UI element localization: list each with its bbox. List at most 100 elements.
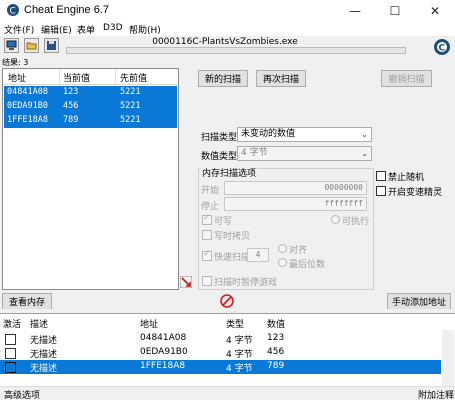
alignment-radio[interactable] xyxy=(278,244,287,253)
found-addresses-list[interactable]: 地址 当前值 先前值 04841A08 123 5221 0EDA91B0 45… xyxy=(2,68,179,290)
column-value[interactable]: 数值 xyxy=(267,317,285,330)
window-title: Cheat Engine 6.7 xyxy=(24,4,110,16)
column-previous-value[interactable]: 先前值 xyxy=(120,71,147,84)
writable-checkbox[interactable] xyxy=(202,213,212,225)
row-type: 4 字节 xyxy=(226,364,253,374)
last-digits-radio[interactable] xyxy=(278,258,287,267)
floppy-disk-icon xyxy=(47,41,56,50)
value-type-label: 数值类型 xyxy=(201,152,238,162)
address-row[interactable]: 无描述 1FFE18A8 4 字节 789 xyxy=(0,360,441,374)
fast-scan-label: 快速扫描 xyxy=(214,253,251,263)
process-title: 0000116C-PlantsVsZombies.exe xyxy=(152,37,298,47)
found-list-header: 地址 当前值 先前值 xyxy=(3,69,178,85)
status-bar: 高级选项 附加注释 xyxy=(0,386,455,400)
select-process-button[interactable] xyxy=(4,38,19,53)
computer-icon xyxy=(6,40,17,50)
found-row[interactable]: 0EDA91B0 456 5221 xyxy=(4,100,177,114)
last-digits-label: 最后位数 xyxy=(289,260,326,270)
executable-label: 可执行 xyxy=(342,217,370,227)
row-type: 4 字节 xyxy=(226,336,253,346)
cheat-engine-logo-icon: C xyxy=(7,4,19,17)
menu-edit[interactable]: 编辑(E) xyxy=(41,23,72,36)
memory-scan-options-title: 内存扫描选项 xyxy=(201,166,258,179)
splitter[interactable] xyxy=(0,309,455,312)
value-type-value: 4 字节 xyxy=(241,148,268,158)
fast-scan-input[interactable]: 4 xyxy=(247,248,269,262)
found-previous: 5221 xyxy=(120,115,141,125)
found-current: 123 xyxy=(63,87,79,97)
found-address: 1FFE18A8 xyxy=(7,115,48,125)
address-list-scrollbar[interactable] xyxy=(442,330,454,386)
chevron-down-icon: ⌄ xyxy=(361,149,368,158)
menu-file[interactable]: 文件(F) xyxy=(4,23,34,36)
copy-on-write-label: 写时拷贝 xyxy=(214,232,251,242)
pause-game-checkbox[interactable] xyxy=(202,276,212,286)
address-list[interactable]: 激活 描述 地址 类型 数值 无描述 04841A08 4 字节 123 无描述… xyxy=(0,313,455,386)
menu-d3d[interactable]: D3D xyxy=(103,23,123,33)
row-address: 04841A08 xyxy=(140,333,187,343)
menu-help[interactable]: 帮助(H) xyxy=(129,23,161,36)
column-current-value[interactable]: 当前值 xyxy=(63,71,90,84)
menu-table[interactable]: 表单 xyxy=(77,23,95,36)
scan-type-select[interactable]: 未变动的数值 ⌄ xyxy=(237,127,372,142)
scan-type-label: 扫描类型 xyxy=(201,133,238,143)
view-memory-button[interactable]: 查看内存 xyxy=(2,293,52,310)
chevron-down-icon: ⌄ xyxy=(361,130,368,139)
active-checkbox[interactable] xyxy=(5,348,16,359)
active-checkbox[interactable] xyxy=(5,362,16,373)
column-address[interactable]: 地址 xyxy=(140,317,158,330)
row-description: 无描述 xyxy=(30,336,58,346)
column-address[interactable]: 地址 xyxy=(8,71,26,84)
maximize-button[interactable]: ☐ xyxy=(375,0,415,22)
row-address: 0EDA91B0 xyxy=(140,347,188,357)
add-address-manually-button[interactable]: 手动添加地址 xyxy=(387,293,451,310)
stop-icon[interactable] xyxy=(220,294,234,308)
stop-label: 停止 xyxy=(201,202,220,212)
minimize-button[interactable]: — xyxy=(335,0,375,22)
executable-checkbox[interactable] xyxy=(331,215,340,224)
next-scan-button[interactable]: 再次扫描 xyxy=(256,70,306,87)
fast-scan-checkbox[interactable] xyxy=(202,249,212,261)
results-count: 结果: 3 xyxy=(2,58,29,67)
disable-random-checkbox[interactable] xyxy=(376,171,386,181)
scan-progress-bar xyxy=(66,47,406,54)
add-selected-to-list-icon[interactable] xyxy=(180,276,192,288)
found-current: 456 xyxy=(63,101,79,111)
cheat-engine-settings-logo-icon[interactable]: C xyxy=(432,37,452,57)
undo-scan-button[interactable]: 撤销扫描 xyxy=(381,70,432,87)
found-previous: 5221 xyxy=(120,101,141,111)
open-file-button[interactable] xyxy=(24,38,39,53)
column-type[interactable]: 类型 xyxy=(226,317,244,330)
column-divider xyxy=(115,69,116,85)
start-address-input[interactable]: 00000000 xyxy=(224,181,367,195)
save-file-button[interactable] xyxy=(44,38,59,53)
writable-label: 可写 xyxy=(214,217,233,227)
row-description: 无描述 xyxy=(30,350,58,360)
disable-random-label: 禁止随机 xyxy=(388,173,425,183)
advanced-options-link[interactable]: 高级选项 xyxy=(4,388,40,400)
enable-speedhack-label: 开启变速精灵 xyxy=(388,188,443,198)
value-type-select[interactable]: 4 字节 ⌄ xyxy=(237,146,372,161)
alignment-label: 对齐 xyxy=(289,246,308,256)
scan-type-value: 未变动的数值 xyxy=(241,129,296,139)
active-checkbox[interactable] xyxy=(5,334,16,345)
column-description[interactable]: 描述 xyxy=(30,317,48,330)
copy-on-write-checkbox[interactable] xyxy=(202,230,212,240)
pause-game-label: 扫描时暂停游戏 xyxy=(214,278,278,288)
found-current: 789 xyxy=(63,115,79,125)
stop-address-input[interactable]: ffffffff xyxy=(224,197,367,211)
address-row[interactable]: 无描述 04841A08 4 字节 123 xyxy=(0,332,441,346)
found-address: 04841A08 xyxy=(7,87,48,97)
row-address: 1FFE18A8 xyxy=(140,361,186,371)
found-row[interactable]: 04841A08 123 5221 xyxy=(4,86,177,100)
row-value: 123 xyxy=(267,333,285,343)
new-scan-button[interactable]: 新的扫描 xyxy=(198,70,248,87)
svg-text:C: C xyxy=(10,7,16,17)
address-row[interactable]: 无描述 0EDA91B0 4 字节 456 xyxy=(0,346,441,360)
enable-speedhack-checkbox[interactable] xyxy=(376,186,386,196)
svg-text:C: C xyxy=(439,44,446,54)
table-extras-link[interactable]: 附加注释 xyxy=(418,388,454,400)
close-button[interactable]: ✕ xyxy=(415,0,455,22)
column-active[interactable]: 激活 xyxy=(3,317,21,330)
found-row[interactable]: 1FFE18A8 789 5221 xyxy=(4,114,177,128)
